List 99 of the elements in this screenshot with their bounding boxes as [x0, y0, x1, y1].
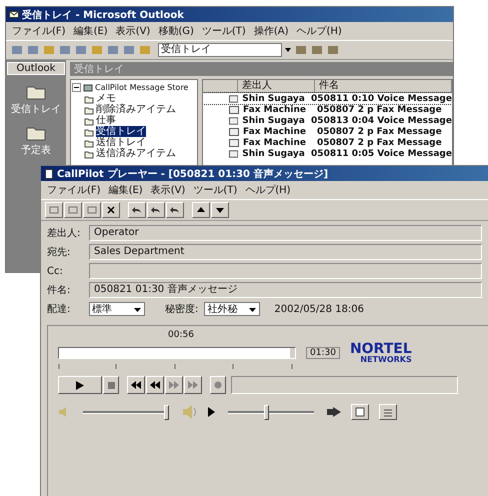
record-button[interactable]: [210, 376, 226, 394]
tree-item[interactable]: 受信トレイ: [96, 126, 146, 137]
message-row[interactable]: Fax Machine 050807 2 p Fax Message: [203, 104, 452, 115]
field-label: 件名:: [47, 284, 72, 297]
slider-thumb[interactable]: [264, 404, 270, 420]
tree-item[interactable]: 送信済みアイテム: [96, 148, 176, 159]
seek-button[interactable]: [146, 376, 164, 394]
tree-item[interactable]: 仕事: [96, 115, 116, 126]
window-button[interactable]: [351, 404, 369, 420]
menu-item[interactable]: 編集(E): [74, 24, 108, 38]
toolbar-button[interactable]: [147, 202, 165, 218]
menu-item[interactable]: ツール(T): [193, 183, 238, 197]
menu-item[interactable]: 編集(E): [108, 183, 143, 197]
header-field[interactable]: 050821 01:30 音声メッセージ: [89, 282, 482, 298]
collapse-toggle[interactable]: [72, 83, 81, 92]
close-icon: [106, 205, 116, 215]
field-label: Cc:: [47, 266, 64, 276]
message-row[interactable]: Fax Machine 050807 2 p Fax Message: [203, 126, 452, 137]
down-arrow-icon: [215, 205, 225, 215]
play-button[interactable]: [58, 376, 102, 394]
sender-cell-text: Fax Machine: [243, 104, 307, 114]
window-icon: [355, 407, 365, 417]
position-time: 00:56: [168, 330, 195, 340]
sender-cell-text: Shin Sugaya: [242, 94, 306, 104]
tree-item[interactable]: CallPilot Message Store: [95, 82, 188, 93]
message-row[interactable]: Fax Machine 050807 2 p Fax Message: [203, 137, 452, 148]
toolbar-icon[interactable]: [310, 44, 324, 56]
menu-item[interactable]: 移動(G): [158, 24, 194, 38]
storage-icon: [83, 82, 93, 92]
subject-cell-text: 050807 2 p Fax Message: [317, 138, 443, 148]
toolbar-button[interactable]: [166, 202, 184, 218]
field-label: 秘密度:: [165, 302, 198, 316]
subject-cell: 050813 0:04 Voice Message: [311, 116, 452, 126]
document-icon: [44, 168, 54, 178]
toolbar-icon[interactable]: [326, 44, 340, 56]
header-field[interactable]: [89, 263, 482, 279]
message-row[interactable]: Shin Sugaya 050811 0:10 Voice Message: [203, 93, 452, 104]
toolbar-button[interactable]: [102, 202, 120, 218]
toolbar-button[interactable]: [192, 202, 210, 218]
up-arrow-icon: [196, 205, 206, 215]
toolbar-button[interactable]: [211, 202, 229, 218]
menu-item[interactable]: ファイル(F): [12, 24, 66, 38]
shortcut-label[interactable]: 受信トレイ: [11, 102, 61, 116]
stop-icon: [108, 382, 114, 388]
menu-item[interactable]: ツール(T): [202, 24, 246, 38]
fast-icon: [327, 407, 341, 417]
field-label: 宛先:: [47, 246, 72, 259]
column-header[interactable]: 差出人: [238, 80, 315, 92]
field-label: 差出人:: [47, 226, 82, 240]
message-row[interactable]: Shin Sugaya 050813 0:04 Voice Message: [203, 115, 452, 126]
menu-item[interactable]: ファイル(F): [47, 183, 101, 197]
tree-item[interactable]: 削除済みアイテム: [96, 104, 176, 115]
folder-title: 受信トレイ: [74, 62, 124, 76]
skip-arrows-icon: [188, 381, 198, 389]
seek-button[interactable]: [127, 376, 145, 394]
stop-button[interactable]: [103, 376, 119, 394]
date-text: 2002/05/28 18:06: [274, 304, 364, 314]
duration-time: 01:30: [306, 347, 340, 359]
sender-cell-text: Shin Sugaya: [242, 116, 306, 126]
sensitivity-dropdown[interactable]: 社外秘: [204, 302, 260, 316]
window-button[interactable]: [379, 404, 397, 420]
sender-cell-text: Fax Machine: [243, 138, 307, 148]
lines-icon: [383, 407, 393, 417]
menu-item[interactable]: 表示(V): [116, 24, 150, 38]
logo: NORTEL NETWORKS: [350, 342, 412, 364]
speaker-icon: [182, 404, 198, 420]
address-field[interactable]: 受信トレイ: [158, 43, 282, 57]
subject-cell-text: 050807 2 p Fax Message: [317, 126, 443, 136]
sender-cell-text: Fax Machine: [243, 126, 307, 136]
skip-arrows-icon: [150, 381, 160, 389]
menu-item[interactable]: 操作(A): [254, 24, 288, 38]
field-label: 配達:: [47, 302, 72, 316]
header-field[interactable]: Sales Department: [89, 244, 482, 260]
window-title: CallPilot プレーヤー - [050821 01:30 音声メッセージ]: [57, 167, 328, 180]
slow-icon: [208, 407, 215, 417]
seek-button[interactable]: [165, 376, 183, 394]
menu-item[interactable]: ヘルプ(H): [245, 183, 291, 197]
seek-button[interactable]: [184, 376, 202, 394]
toolbar-button[interactable]: [128, 202, 146, 218]
shortcut-group-button[interactable]: Outlook: [7, 62, 65, 75]
delivery-dropdown[interactable]: 標準: [89, 302, 145, 316]
header-field[interactable]: Operator: [89, 225, 482, 241]
message-row[interactable]: Shin Sugaya 050811 0:05 Voice Message: [203, 148, 452, 159]
shortcut-label[interactable]: 予定表: [21, 143, 51, 157]
menu-item[interactable]: 表示(V): [150, 183, 186, 197]
play-icon: [76, 380, 84, 390]
sender-cell-text: Shin Sugaya: [242, 148, 306, 158]
column-header[interactable]: 件名: [315, 80, 452, 92]
tree-item[interactable]: 送信トレイ: [96, 137, 146, 148]
subject-cell: 050811 0:10 Voice Message: [311, 94, 452, 104]
subject-cell: 050811 0:05 Voice Message: [311, 148, 452, 158]
menu-item[interactable]: ヘルプ(H): [296, 24, 342, 38]
subject-cell-text: 050807 2 p Fax Message: [317, 104, 443, 114]
record-icon: [214, 381, 222, 389]
skip-arrows-icon: [169, 381, 179, 389]
slider-thumb[interactable]: [164, 404, 169, 420]
skip-arrows-icon: [131, 381, 141, 389]
window-title: 受信トレイ - Microsoft Outlook: [22, 8, 184, 22]
tree-item[interactable]: メモ: [96, 93, 116, 104]
